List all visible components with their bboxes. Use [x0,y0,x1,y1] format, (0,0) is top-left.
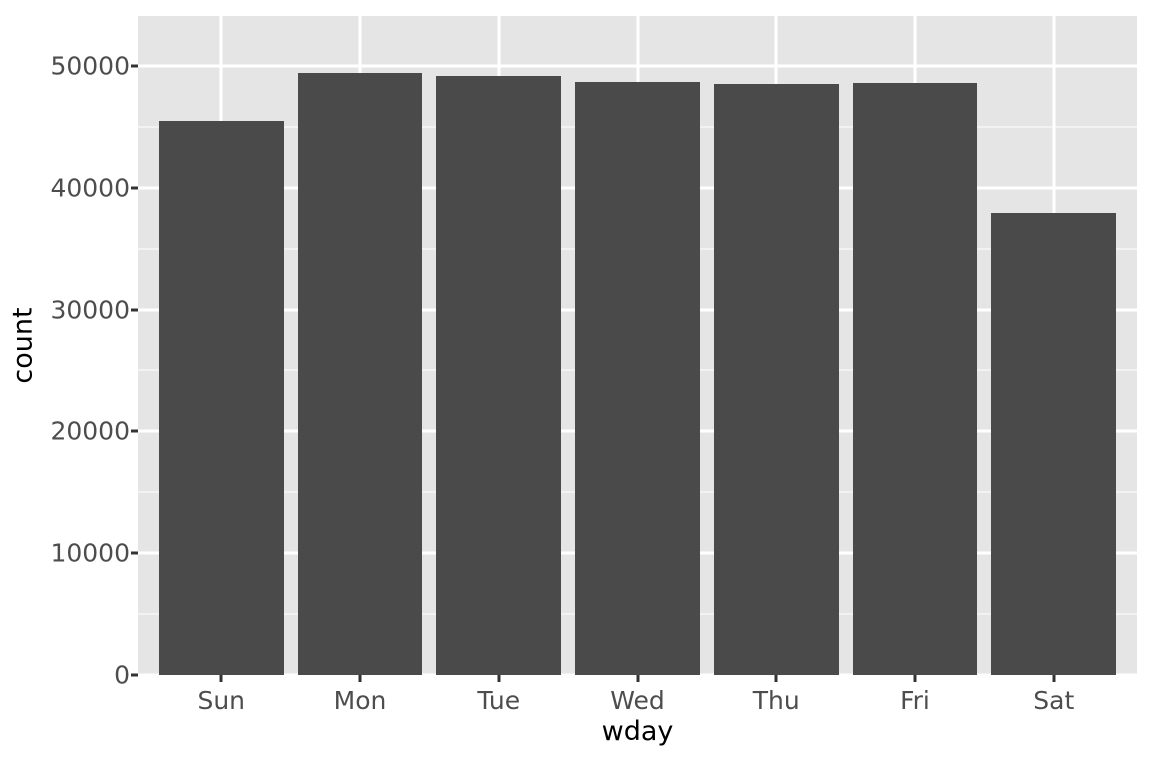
bar-tue [436,75,562,675]
x-axis-title-text: wday [601,716,674,747]
x-tick-label-tue: Tue [477,686,521,715]
x-tick-label-fri: Fri [900,686,930,715]
x-tick-label-sat: Sat [1033,686,1075,715]
y-tick-label: 30000 [50,295,130,325]
y-tick-mark [131,64,138,68]
bar-sun [158,120,284,675]
y-tick-label: 20000 [50,416,130,446]
y-tick-label: 10000 [50,538,130,568]
y-tick-label: 40000 [50,173,130,203]
bar-thu [713,84,839,675]
x-tick-mark [913,675,917,682]
bar-fri [852,82,978,675]
plot-panel [138,16,1137,675]
x-tick-mark [219,675,223,682]
x-tick-label-thu: Thu [752,686,800,715]
y-tick-mark [131,551,138,555]
y-tick-mark [131,308,138,312]
x-tick-label-wed: Wed [610,686,665,715]
y-tick-mark [131,673,138,677]
x-tick-mark [636,675,639,682]
x-tick-label-mon: Mon [333,686,387,715]
bar-wed [575,81,700,675]
x-tick-mark [358,675,362,682]
y-axis-title: count [0,0,46,691]
y-tick-label: 50000 [50,51,130,81]
y-tick-label: 0 [114,660,130,690]
x-tick-mark [774,675,778,682]
bar-mon [297,72,423,675]
x-tick-label-sun: Sun [197,686,246,715]
y-tick-mark [131,186,138,190]
bar-sat [991,213,1117,675]
x-axis-title: wday [138,718,1137,745]
x-tick-mark [1052,675,1056,682]
x-tick-mark [497,675,501,682]
y-tick-mark [131,429,138,433]
ggplot-bar-chart: count 0 10000 20000 30000 40000 50000 Sun Mon T… [0,0,1152,768]
